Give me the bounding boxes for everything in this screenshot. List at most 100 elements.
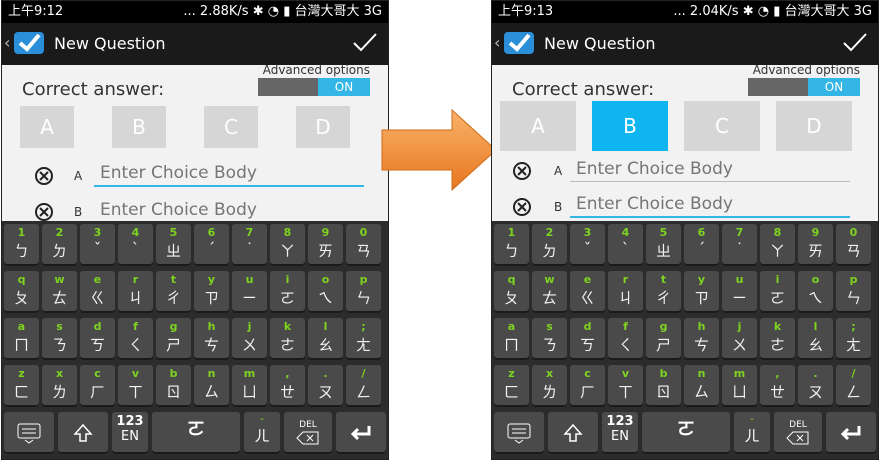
key[interactable]: tㄔ <box>156 271 191 313</box>
app-check-icon[interactable] <box>14 32 44 54</box>
key[interactable]: 5ㄓ <box>646 224 681 266</box>
key[interactable]: oㄟ <box>798 271 833 313</box>
chevron-left-icon[interactable]: ‹ <box>494 33 500 52</box>
enter-icon[interactable] <box>826 412 876 454</box>
key[interactable]: 2ㄉ <box>42 224 77 266</box>
choice-button-d[interactable]: D <box>776 101 852 151</box>
key[interactable]: bㄖ <box>156 365 191 407</box>
key[interactable]: rㄐ <box>118 271 153 313</box>
key[interactable]: iㄛ <box>270 271 305 313</box>
key[interactable]: qㄆ <box>4 271 39 313</box>
choice-body-input-b[interactable] <box>570 192 850 218</box>
key[interactable]: wㄊ <box>42 271 77 313</box>
choice-button-a[interactable]: A <box>20 106 74 148</box>
number-en-switch-key[interactable]: 123 EN <box>602 412 638 454</box>
advanced-options-toggle[interactable]: ON <box>748 78 860 96</box>
key[interactable]: cㄏ <box>80 365 115 407</box>
keyboard-icon[interactable] <box>494 412 544 454</box>
choice-body-input-a[interactable] <box>94 161 364 187</box>
key[interactable]: ; ㄤ <box>346 318 381 360</box>
key[interactable]: nㄙ <box>684 365 719 407</box>
key[interactable]: bㄖ <box>646 365 681 407</box>
key[interactable]: hㄘ <box>194 318 229 360</box>
choice-body-input-a[interactable] <box>570 156 850 182</box>
backspace-icon[interactable]: DEL <box>284 412 332 454</box>
key[interactable]: 8ㄚ <box>270 224 305 266</box>
shift-icon[interactable] <box>548 412 598 454</box>
key[interactable]: .ㄡ <box>798 365 833 407</box>
key[interactable]: rㄐ <box>608 271 643 313</box>
key[interactable]: aㄇ <box>494 318 529 360</box>
key[interactable]: hㄘ <box>684 318 719 360</box>
choice-body-input-b[interactable] <box>94 197 364 223</box>
key[interactable]: uㄧ <box>722 271 757 313</box>
key[interactable]: cㄏ <box>570 365 605 407</box>
choice-button-c[interactable]: C <box>204 106 258 148</box>
key[interactable]: yㄗ <box>684 271 719 313</box>
choice-button-d[interactable]: D <box>296 106 350 148</box>
choice-button-c[interactable]: C <box>684 101 760 151</box>
key[interactable]: 8ㄚ <box>760 224 795 266</box>
keyboard-icon[interactable] <box>4 412 54 454</box>
key[interactable]: mㄩ <box>232 365 267 407</box>
key[interactable]: qㄆ <box>494 271 529 313</box>
key[interactable]: mㄩ <box>722 365 757 407</box>
key[interactable]: 0ㄢ <box>836 224 871 266</box>
key[interactable]: iㄛ <box>760 271 795 313</box>
shift-icon[interactable] <box>58 412 108 454</box>
key[interactable]: yㄗ <box>194 271 229 313</box>
key[interactable]: kㄜ <box>270 318 305 360</box>
key[interactable]: 0ㄢ <box>346 224 381 266</box>
number-en-switch-key[interactable]: 123 EN <box>112 412 148 454</box>
checkmark-icon[interactable] <box>842 31 868 57</box>
key[interactable]: / ㄥ <box>836 365 871 407</box>
circle-x-icon[interactable] <box>512 197 532 221</box>
key[interactable]: 1ㄅ <box>4 224 39 266</box>
advanced-options-toggle[interactable]: ON <box>258 78 370 96</box>
er-key[interactable]: - ㄦ <box>244 412 280 454</box>
key[interactable]: nㄙ <box>194 365 229 407</box>
choice-button-b[interactable]: B <box>592 101 668 151</box>
key[interactable]: sㄋ <box>42 318 77 360</box>
key[interactable]: ,ㄝ <box>760 365 795 407</box>
circle-x-icon[interactable] <box>512 161 532 185</box>
key[interactable]: 9ㄞ <box>308 224 343 266</box>
backspace-icon[interactable]: DEL <box>774 412 822 454</box>
app-check-icon[interactable] <box>504 32 534 54</box>
key[interactable]: dㄎ <box>570 318 605 360</box>
key[interactable]: aㄇ <box>4 318 39 360</box>
key[interactable]: 1ㄅ <box>494 224 529 266</box>
key[interactable]: 6ˊ <box>684 224 719 266</box>
circle-x-icon[interactable] <box>34 166 54 190</box>
chevron-left-icon[interactable]: ‹ <box>4 33 10 52</box>
key[interactable]: 7 ˙ <box>722 224 757 266</box>
checkmark-icon[interactable] <box>352 31 378 57</box>
enter-icon[interactable] <box>336 412 386 454</box>
key[interactable]: jㄨ <box>722 318 757 360</box>
key[interactable]: sㄋ <box>532 318 567 360</box>
key[interactable]: 7 ˙ <box>232 224 267 266</box>
key[interactable]: ,ㄝ <box>270 365 305 407</box>
key[interactable]: 4ˋ <box>118 224 153 266</box>
key[interactable]: wㄊ <box>532 271 567 313</box>
key[interactable]: gㄕ <box>156 318 191 360</box>
key[interactable]: kㄜ <box>760 318 795 360</box>
key[interactable]: xㄌ <box>532 365 567 407</box>
key[interactable]: pㄣ <box>836 271 871 313</box>
key[interactable]: ; ㄤ <box>836 318 871 360</box>
key[interactable]: vㄒ <box>118 365 153 407</box>
key[interactable]: gㄕ <box>646 318 681 360</box>
key[interactable]: lㄠ <box>308 318 343 360</box>
key[interactable]: uㄧ <box>232 271 267 313</box>
key[interactable]: oㄟ <box>308 271 343 313</box>
key[interactable]: .ㄡ <box>308 365 343 407</box>
space-key[interactable]: ㄛ <box>642 412 730 454</box>
key[interactable]: 6ˊ <box>194 224 229 266</box>
choice-button-b[interactable]: B <box>112 106 166 148</box>
key[interactable]: eㄍ <box>80 271 115 313</box>
key[interactable]: pㄣ <box>346 271 381 313</box>
key[interactable]: lㄠ <box>798 318 833 360</box>
key[interactable]: fㄑ <box>608 318 643 360</box>
key[interactable]: dㄎ <box>80 318 115 360</box>
key[interactable]: fㄑ <box>118 318 153 360</box>
